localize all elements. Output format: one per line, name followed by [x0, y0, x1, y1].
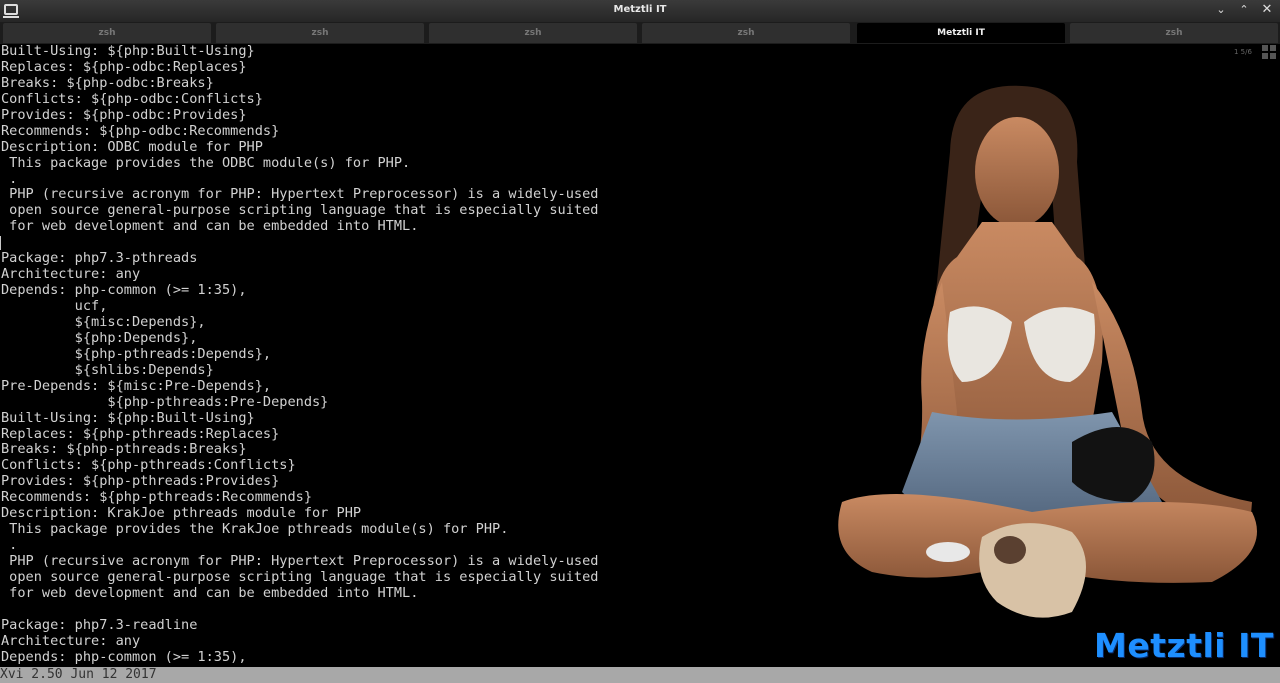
terminal-line: Built-Using: ${php:Built-Using}	[1, 409, 255, 426]
terminal-line: .	[1, 170, 18, 187]
terminal-line: ucf,	[1, 298, 108, 314]
terminal-line: Conflicts: ${php-odbc:Conflicts}	[1, 90, 263, 107]
terminal-line: Architecture: any	[1, 266, 141, 283]
terminal-line: Package: php7.3-pthreads	[1, 250, 198, 267]
terminal-line: Built-Using: ${php:Built-Using}	[1, 44, 255, 59]
terminal-line: ${php:Depends},	[1, 329, 198, 346]
terminal-output[interactable]: Built-Using: ${php:Built-Using} Replaces:…	[1, 44, 901, 667]
tab-zsh-4[interactable]: zsh	[642, 23, 850, 43]
terminal-line: Description: KrakJoe pthreads module for…	[1, 505, 362, 522]
terminal-line: Breaks: ${php-pthreads:Breaks}	[1, 441, 247, 458]
text-cursor	[0, 236, 1, 250]
tab-zsh-2[interactable]: zsh	[216, 23, 424, 43]
title-bar: Metztli IT ⌄ ⌃ ✕	[0, 0, 1280, 23]
status-line: Xvi 2.50 Jun 12 2017	[0, 667, 1280, 683]
terminal-line: Provides: ${php-pthreads:Provides}	[1, 473, 280, 490]
terminal-line: Recommends: ${php-pthreads:Recommends}	[1, 489, 312, 506]
terminal-line: ${shlibs:Depends}	[1, 361, 214, 378]
terminal-line: This package provides the ODBC module(s)…	[1, 154, 411, 171]
terminal-line: Conflicts: ${php-pthreads:Conflicts}	[1, 457, 296, 474]
terminal-line: Package: php7.3-readline	[1, 616, 198, 633]
terminal-line: This package provides the KrakJoe pthrea…	[1, 521, 509, 538]
terminal-line: Pre-Depends: ${misc:Pre-Depends},	[1, 377, 272, 394]
terminal-line: ${php-pthreads:Depends},	[1, 345, 272, 362]
terminal-line: for web development and can be embedded …	[1, 584, 419, 601]
terminal-line: Breaks: ${php-odbc:Breaks}	[1, 74, 214, 91]
tab-metztli-it[interactable]: Metztli IT	[857, 23, 1065, 43]
tab-zsh-3[interactable]: zsh	[429, 23, 637, 43]
terminal-line: PHP (recursive acronym for PHP: Hypertex…	[1, 186, 599, 203]
terminal-line: ${misc:Depends},	[1, 313, 206, 330]
terminal-line: Description: ODBC module for PHP	[1, 138, 263, 155]
terminal-line: Replaces: ${php-pthreads:Replaces}	[1, 425, 280, 442]
terminal-line: Recommends: ${php-odbc:Recommends}	[1, 122, 280, 139]
window-title: Metztli IT	[613, 4, 667, 15]
terminal-line: Depends: php-common (>= 1:35),	[1, 648, 247, 665]
minimize-button[interactable]: ⌄	[1213, 2, 1229, 18]
terminal-line: PHP (recursive acronym for PHP: Hypertex…	[1, 553, 599, 569]
terminal-line: for web development and can be embedded …	[1, 218, 419, 235]
tab-bar: zsh zsh zsh zsh Metztli IT zsh	[0, 22, 1280, 44]
terminal-line: open source general-purpose scripting la…	[1, 568, 599, 585]
session-counter: 1 5/6	[1234, 48, 1252, 56]
tab-zsh-1[interactable]: zsh	[3, 23, 211, 43]
brand-logo: Metztli IT	[1094, 626, 1274, 665]
terminal-line: Replaces: ${php-odbc:Replaces}	[1, 58, 247, 75]
terminal-line: .	[1, 537, 18, 554]
terminal-line: ${php-pthreads:Pre-Depends}	[1, 393, 329, 410]
terminal-line: Provides: ${php-odbc:Provides}	[1, 106, 247, 123]
terminal-line: open source general-purpose scripting la…	[1, 202, 599, 219]
maximize-button[interactable]: ⌃	[1236, 2, 1252, 18]
grid-icon[interactable]	[1262, 45, 1276, 59]
tab-zsh-6[interactable]: zsh	[1070, 23, 1278, 43]
terminal-line: Depends: php-common (>= 1:35),	[1, 282, 247, 299]
terminal-line: Architecture: any	[1, 632, 141, 649]
close-button[interactable]: ✕	[1259, 2, 1275, 18]
